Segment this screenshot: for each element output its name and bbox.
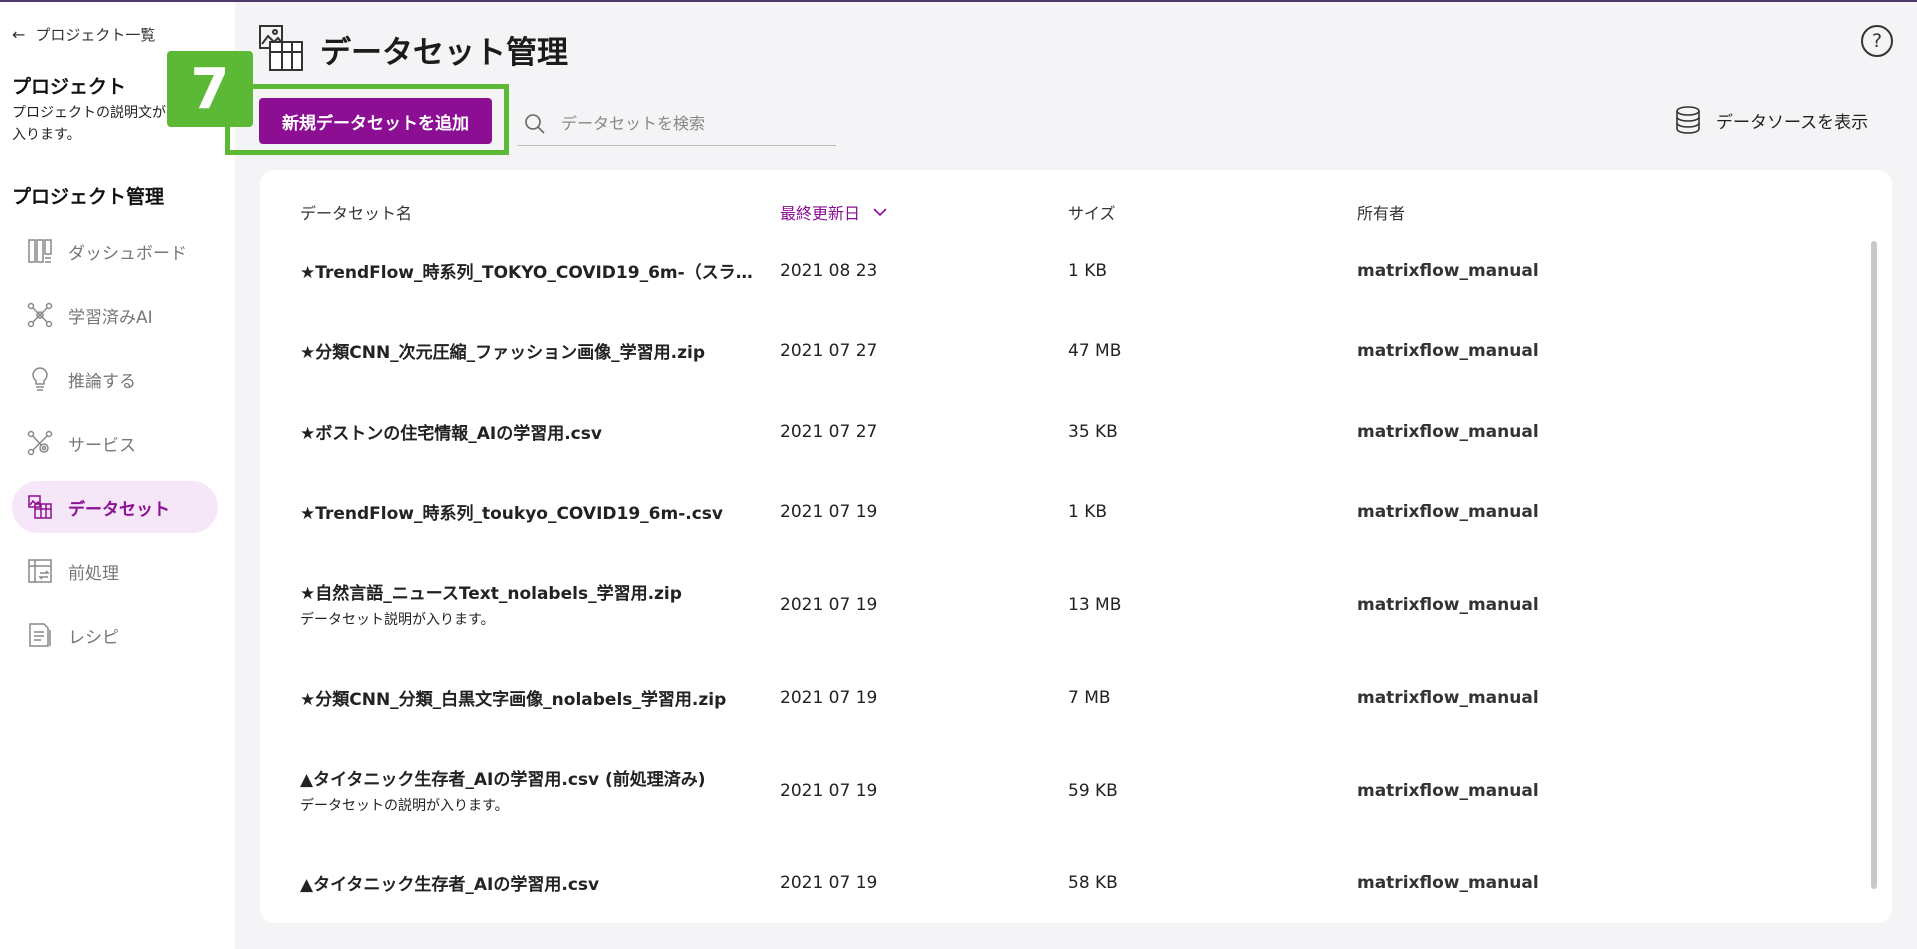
help-button[interactable]: ? <box>1861 25 1893 57</box>
trained-ai-icon <box>26 301 54 329</box>
dataset-name: ★ボストンの住宅情報_AIの学習用.csv <box>300 424 602 444</box>
chevron-down-icon <box>873 208 887 217</box>
sidebar-item-label: 推論する <box>68 371 136 392</box>
sidebar-item-label: サービス <box>68 435 136 456</box>
sidebar-item-label: データセット <box>68 499 170 520</box>
dataset-name: ★自然言語_ニュースText_nolabels_学習用.zip <box>300 584 682 604</box>
dataset-owner: matrixflow_manual <box>1357 341 1539 361</box>
dataset-name: ▲タイタニック生存者_AIの学習用.csv (前処理済み) <box>300 770 706 790</box>
table-header: データセット名 最終更新日 サイズ 所有者 <box>260 200 1892 230</box>
sidebar-item-dataset[interactable]: データセット <box>12 481 218 533</box>
column-header-size[interactable]: サイズ <box>1068 200 1116 224</box>
dataset-description: データセット説明が入ります。 <box>300 612 495 628</box>
dataset-owner: matrixflow_manual <box>1357 502 1539 522</box>
dataset-date: 2021 07 19 <box>780 688 878 708</box>
back-to-projects-link[interactable]: ← プロジェクト一覧 <box>12 24 155 45</box>
help-icon: ? <box>1871 30 1883 52</box>
dataset-date: 2021 07 27 <box>780 341 878 361</box>
search-box <box>518 102 836 146</box>
column-header-updated[interactable]: 最終更新日 <box>780 200 888 224</box>
dataset-owner: matrixflow_manual <box>1357 688 1539 708</box>
dataset-table: データセット名 最終更新日 サイズ 所有者 ★TrendFlow_時系列_TOK… <box>260 170 1892 923</box>
column-header-name[interactable]: データセット名 <box>300 200 412 224</box>
sidebar-item-label: ダッシュボード <box>68 243 187 264</box>
dataset-name: ★分類CNN_次元圧縮_ファッション画像_学習用.zip <box>300 343 706 363</box>
service-icon <box>26 429 54 457</box>
dataset-icon <box>26 493 54 521</box>
dataset-date: 2021 07 19 <box>780 595 878 615</box>
dataset-date: 2021 07 19 <box>780 502 878 522</box>
section-title: プロジェクト管理 <box>12 186 165 208</box>
arrow-left-icon: ← <box>12 25 26 44</box>
dashboard-icon <box>26 237 54 265</box>
database-icon <box>1676 106 1700 134</box>
dataset-owner: matrixflow_manual <box>1357 595 1539 615</box>
sidebar-item-dashboard[interactable]: ダッシュボード <box>12 225 218 277</box>
search-icon <box>525 113 545 134</box>
dataset-date: 2021 07 19 <box>780 873 878 893</box>
dataset-size: 13 MB <box>1068 595 1122 615</box>
sidebar-item-service[interactable]: サービス <box>12 417 218 469</box>
dataset-owner: matrixflow_manual <box>1357 422 1539 442</box>
dataset-size: 47 MB <box>1068 341 1122 361</box>
sidebar-item-label: レシピ <box>68 627 119 648</box>
project-description: プロジェクトの説明文が入ります。 <box>12 105 166 143</box>
sidebar-item-label: 学習済みAI <box>68 307 153 328</box>
project-title: プロジェクト <box>12 76 127 98</box>
show-datasource-link[interactable]: データソースを表示 <box>1674 105 1868 135</box>
dataset-owner: matrixflow_manual <box>1357 873 1539 893</box>
top-accent-line <box>0 0 1917 2</box>
dataset-name: ★分類CNN_分類_白黒文字画像_nolabels_学習用.zip <box>300 690 727 710</box>
page-title: データセット管理 <box>320 35 568 71</box>
recipe-icon <box>26 621 54 649</box>
sidebar-item-preprocess[interactable]: 前処理 <box>12 545 218 597</box>
dataset-size: 58 KB <box>1068 873 1118 893</box>
sidebar-item-recipe[interactable]: レシピ <box>12 609 218 661</box>
lightbulb-icon <box>26 365 54 393</box>
dataset-date: 2021 08 23 <box>780 261 878 281</box>
dataset-owner: matrixflow_manual <box>1357 261 1539 281</box>
sidebar-item-label: 前処理 <box>68 563 119 584</box>
dataset-page-icon <box>259 25 303 71</box>
column-header-updated-label: 最終更新日 <box>780 204 861 223</box>
dataset-date: 2021 07 27 <box>780 422 878 442</box>
dataset-size: 7 MB <box>1068 688 1111 708</box>
tutorial-step-badge: 7 <box>167 51 253 127</box>
dataset-size: 35 KB <box>1068 422 1118 442</box>
column-header-owner[interactable]: 所有者 <box>1357 200 1405 224</box>
preprocess-icon <box>26 557 54 585</box>
dataset-size: 1 KB <box>1068 261 1108 281</box>
dataset-description: データセットの説明が入ります。 <box>300 798 509 814</box>
dataset-name: ★TrendFlow_時系列_TOKYO_COVID19_6m-（スライド窓付き… <box>300 263 755 283</box>
dataset-size: 1 KB <box>1068 502 1108 522</box>
dataset-owner: matrixflow_manual <box>1357 781 1539 801</box>
dataset-size: 59 KB <box>1068 781 1118 801</box>
datasource-link-label: データソースを表示 <box>1716 112 1869 133</box>
search-input[interactable] <box>561 114 821 133</box>
back-link-label: プロジェクト一覧 <box>35 26 156 44</box>
table-scrollbar[interactable] <box>1871 241 1877 889</box>
dataset-date: 2021 07 19 <box>780 781 878 801</box>
sidebar-item-trained-ai[interactable]: 学習済みAI <box>12 289 218 341</box>
sidebar: ← プロジェクト一覧 プロジェクト プロジェクトの説明文が入ります。 プロジェク… <box>0 2 235 949</box>
dataset-name: ▲タイタニック生存者_AIの学習用.csv <box>300 875 600 895</box>
sidebar-nav: ダッシュボード 学習済みAI 推論する サービス データセット 前処理 レシピ <box>12 225 218 673</box>
dataset-name: ★TrendFlow_時系列_toukyo_COVID19_6m-.csv <box>300 504 724 524</box>
add-dataset-button[interactable]: 新規データセットを追加 <box>259 98 492 144</box>
sidebar-item-inference[interactable]: 推論する <box>12 353 218 405</box>
